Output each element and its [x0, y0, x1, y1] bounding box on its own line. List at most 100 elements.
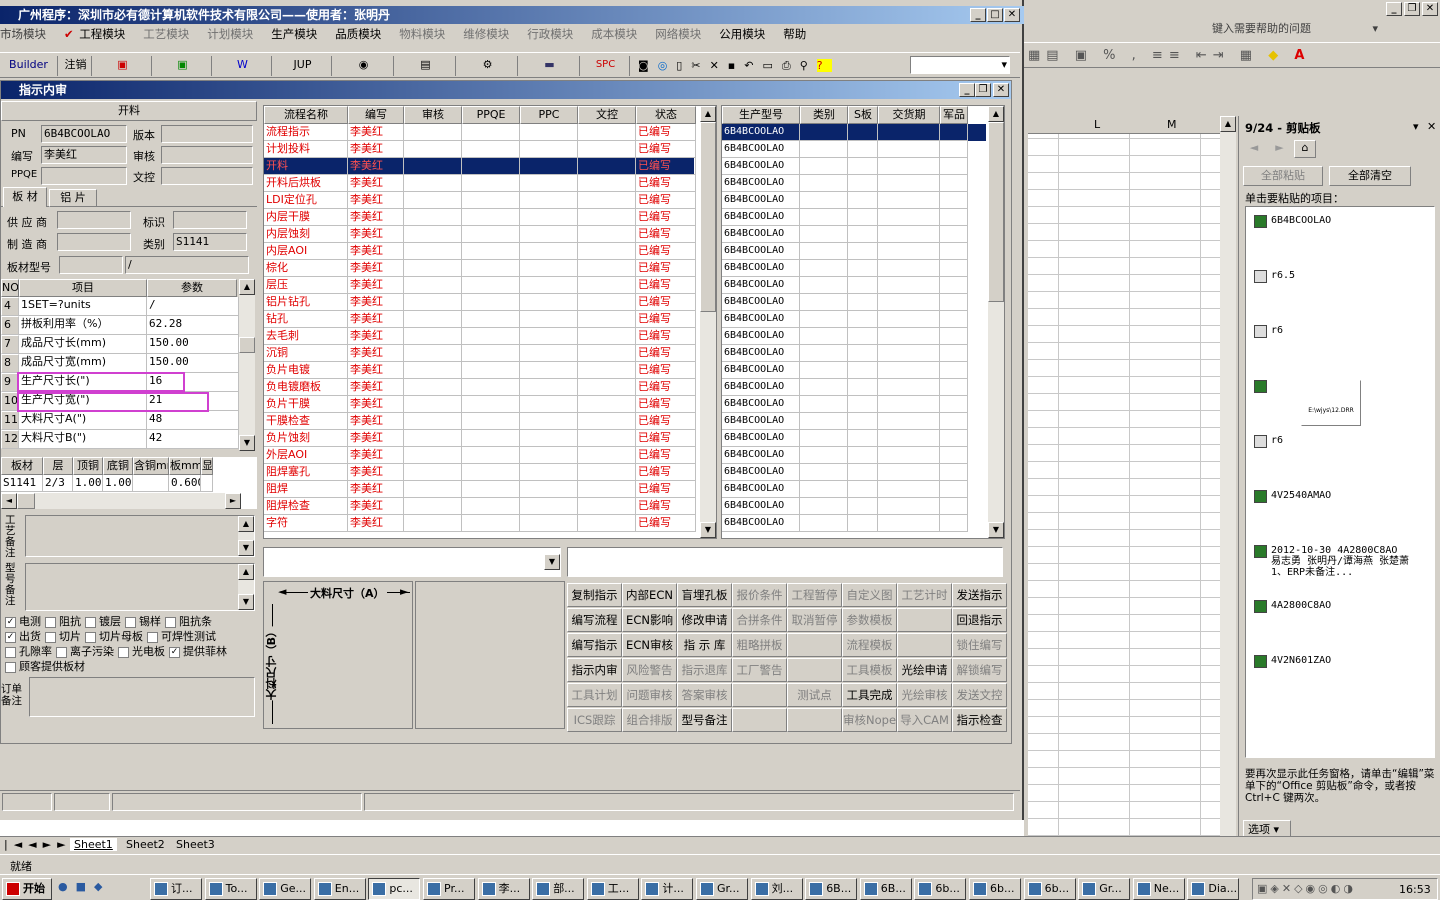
preview-icon[interactable]: ▭	[762, 59, 781, 72]
model-row[interactable]: 6B4BCOOLAO	[722, 260, 986, 277]
find-icon[interactable]: ⚲	[800, 59, 817, 72]
taskbar-button[interactable]: 刘...	[750, 878, 803, 900]
border-icon[interactable]: ▦	[1240, 48, 1258, 63]
pane-menu-icon[interactable]: ▾	[1413, 120, 1419, 133]
cut-icon[interactable]: ✂	[691, 59, 709, 72]
action-button[interactable]: 内部ECN	[622, 583, 677, 607]
menu-item[interactable]: 工艺模块	[143, 27, 189, 41]
scroll-thumb[interactable]	[988, 122, 1004, 302]
taskbar-button[interactable]: Pr...	[423, 878, 475, 900]
option-checkbox[interactable]: 切片	[45, 630, 81, 643]
model-row[interactable]: 6B4BCOOLAO	[722, 328, 986, 345]
doc-field[interactable]	[161, 167, 253, 185]
param-value[interactable]: /	[147, 297, 239, 316]
checkbox-box[interactable]	[147, 631, 158, 643]
builder-button[interactable]: Builder	[0, 56, 58, 76]
action-button[interactable]: 导入CAM	[897, 708, 952, 732]
flow-row[interactable]: 字符 李美红 已编写	[264, 515, 696, 532]
toolbar-combo[interactable]: ▾	[910, 56, 1010, 74]
taskbar-button[interactable]: 计...	[641, 878, 694, 900]
action-button[interactable]: 发送文控	[952, 683, 1007, 707]
model-header[interactable]: 类别	[800, 106, 848, 124]
back-icon[interactable]: ◄	[1243, 141, 1265, 159]
action-button[interactable]: 盲埋孔板	[677, 583, 732, 607]
model-row[interactable]: 6B4BCOOLAO	[722, 294, 986, 311]
taskbar-button[interactable]: En...	[313, 878, 366, 900]
note-vscroll[interactable]: ▲ ▼	[238, 516, 254, 556]
flow-row[interactable]: 干膜检查 李美红 已编写	[264, 413, 696, 430]
flow-header[interactable]: 审核	[404, 106, 462, 124]
model-row[interactable]: 6B4BCOOLAO	[722, 430, 986, 447]
model-row[interactable]: 6B4BCOOLAO	[722, 277, 986, 294]
fill-color-icon[interactable]: ◆	[1268, 48, 1284, 63]
action-button[interactable]: 答案审核	[677, 683, 732, 707]
action-button[interactable]	[732, 683, 787, 707]
model-row[interactable]: 6B4BCOOLAO	[722, 124, 986, 141]
action-button[interactable]: 指示退库	[677, 658, 732, 682]
flow-row[interactable]: 去毛刺 李美红 已编写	[264, 328, 696, 345]
option-checkbox[interactable]: ✓ 提供菲林	[169, 645, 227, 658]
action-button[interactable]: 解锁编写	[952, 658, 1007, 682]
flow-row[interactable]: 阻焊 李美红 已编写	[264, 481, 696, 498]
action-button[interactable]: 问题审核	[622, 683, 677, 707]
checkbox-box[interactable]	[118, 646, 129, 658]
restore-button[interactable]: ❐	[1404, 2, 1420, 16]
merge-icon[interactable]: ▦▤	[1028, 48, 1065, 63]
menu-item[interactable]: 网络模块	[655, 27, 701, 41]
action-button[interactable]: 工具完成	[842, 683, 897, 707]
material-hscroll[interactable]: ◄ ►	[1, 493, 241, 509]
spc-button[interactable]: SPC	[582, 56, 630, 76]
params-vscroll[interactable]: ▲ ▼	[239, 279, 255, 451]
action-button[interactable]: 工艺计时	[897, 583, 952, 607]
option-checkbox[interactable]: 切片母板	[85, 630, 143, 643]
model-row[interactable]: 6B4BCOOLAO	[722, 481, 986, 498]
tray-icons[interactable]: ▣◈✕◇◉◎◐◑	[1257, 882, 1356, 895]
material-cell[interactable]: 0.600	[169, 475, 201, 492]
clip-item[interactable]: r6	[1254, 435, 1283, 448]
clear-all-button[interactable]: 全部清空	[1329, 166, 1411, 186]
taskbar-button[interactable]: 6b...	[914, 878, 967, 900]
model-row[interactable]: 6B4BCOOLAO	[722, 498, 986, 515]
ppt-icon[interactable]: ▣	[94, 56, 152, 76]
checkbox-box[interactable]	[5, 646, 16, 658]
menu-item[interactable]: 公用模块	[719, 27, 765, 41]
menu-item[interactable]: 工程模块	[79, 27, 125, 41]
menu-item[interactable]: 物料模块	[399, 27, 445, 41]
taskbar-button[interactable]: 6B...	[805, 878, 858, 900]
model-header[interactable]: 生产型号	[722, 106, 800, 124]
model-field-2[interactable]: /	[125, 256, 249, 274]
model-row[interactable]: 6B4BCOOLAO	[722, 515, 986, 532]
action-button[interactable]: 流程模板	[842, 633, 897, 657]
print-icon[interactable]: ⎙	[782, 59, 800, 72]
action-button[interactable]	[897, 608, 952, 632]
globe-icon[interactable]: ◎	[658, 59, 677, 72]
menu-item[interactable]: 维修模块	[463, 27, 509, 41]
scroll-down-icon[interactable]: ▼	[238, 594, 254, 610]
models-vscroll[interactable]: ▲ ▼	[988, 106, 1004, 538]
writer-field[interactable]: 李美红	[41, 146, 127, 164]
font-color-icon[interactable]: A	[1294, 48, 1310, 63]
save-icon[interactable]: ▪	[728, 59, 744, 72]
taskbar-button[interactable]: 6b...	[969, 878, 1021, 900]
option-checkbox[interactable]: 光电板	[118, 645, 165, 658]
scroll-down-icon[interactable]: ▼	[700, 522, 716, 538]
mark-field[interactable]	[173, 211, 247, 229]
close-button[interactable]: ✕	[1004, 8, 1020, 22]
menu-item[interactable]: 市场模块	[0, 27, 46, 41]
action-button[interactable]: 取消暂停	[787, 608, 842, 632]
model-row[interactable]: 6B4BCOOLAO	[722, 158, 986, 175]
computer-icon[interactable]: ▬	[520, 56, 580, 76]
option-checkbox[interactable]: 孔隙率	[5, 645, 52, 658]
option-checkbox[interactable]: 镀层	[85, 615, 121, 628]
flow-row[interactable]: 内层AOI 李美红 已编写	[264, 243, 696, 260]
action-button[interactable]: ICS跟踪	[567, 708, 622, 732]
flow-row[interactable]: 内层干膜 李美红 已编写	[264, 209, 696, 226]
scroll-left-icon[interactable]: ◄	[1, 493, 17, 509]
action-button[interactable]: 测试点	[787, 683, 842, 707]
option-checkbox[interactable]: ✓ 电测	[5, 615, 41, 628]
action-button[interactable]: 工厂警告	[732, 658, 787, 682]
restore-button[interactable]: ❐	[975, 83, 991, 97]
scroll-down-icon[interactable]: ▼	[239, 435, 255, 451]
action-button[interactable]: 锁住编写	[952, 633, 1007, 657]
supplier-field[interactable]	[57, 211, 131, 229]
